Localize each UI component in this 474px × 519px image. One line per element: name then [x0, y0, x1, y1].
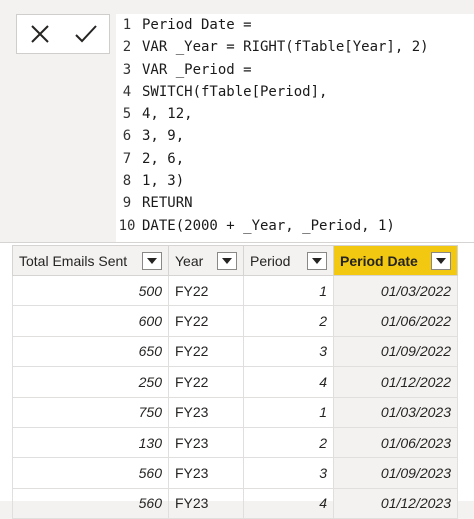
- table-cell[interactable]: 01/12/2023: [333, 487, 458, 519]
- table-cell[interactable]: 01/03/2022: [333, 274, 458, 307]
- table-cell[interactable]: 750: [12, 396, 169, 428]
- table-cell[interactable]: FY22: [168, 366, 244, 398]
- code-line[interactable]: 8 1, 3): [116, 170, 474, 192]
- table-cell[interactable]: 560: [12, 487, 169, 519]
- column-header-label: Total Emails Sent: [19, 252, 128, 269]
- column-header-total-emails-sent[interactable]: Total Emails Sent: [12, 245, 169, 276]
- table-cell[interactable]: 4: [243, 366, 334, 398]
- close-icon[interactable]: [26, 20, 54, 48]
- table-cell[interactable]: 01/06/2023: [333, 426, 458, 459]
- code-line[interactable]: 7 2, 6,: [116, 148, 474, 170]
- filter-dropdown-icon[interactable]: [307, 251, 327, 270]
- line-number: 2: [122, 39, 132, 56]
- line-number: 6: [122, 128, 132, 145]
- code-line[interactable]: 4 SWITCH(fTable[Period],: [116, 81, 474, 103]
- code-text: RETURN: [142, 195, 193, 212]
- table-header-row: Total Emails Sent Year Period Period Date: [12, 245, 458, 276]
- table-cell[interactable]: 560: [12, 457, 169, 489]
- code-text: VAR _Period =: [142, 61, 252, 78]
- check-icon[interactable]: [72, 20, 100, 48]
- line-number: 3: [122, 61, 132, 78]
- column-header-label: Period: [250, 252, 291, 269]
- table-cell[interactable]: 3: [243, 457, 334, 489]
- dax-formula-editor[interactable]: 1 Period Date = 2 VAR _Year = RIGHT(fTable[…: [116, 14, 474, 242]
- column-header-label: Period Date: [340, 252, 418, 269]
- table-cell[interactable]: FY23: [168, 457, 244, 489]
- line-number: 10: [118, 217, 136, 234]
- table-cell[interactable]: 130: [12, 426, 169, 459]
- code-line[interactable]: 6 3, 9,: [116, 125, 474, 147]
- table-cell[interactable]: 1: [243, 274, 334, 307]
- code-text: 4, 12,: [142, 106, 193, 123]
- column-header-period-date[interactable]: Period Date: [333, 245, 458, 276]
- table-cell[interactable]: 01/09/2023: [333, 457, 458, 489]
- table-cell[interactable]: FY22: [168, 274, 244, 307]
- table-cell[interactable]: 1: [243, 396, 334, 428]
- table-row[interactable]: 600 FY22 2 01/06/2022: [12, 305, 458, 337]
- table-row[interactable]: 250 FY22 4 01/12/2022: [12, 366, 458, 398]
- table-cell[interactable]: 01/03/2023: [333, 396, 458, 428]
- table-cell[interactable]: 600: [12, 305, 169, 337]
- code-text: Period Date =: [142, 17, 252, 33]
- code-text: DATE(2000 + _Year, _Period, 1): [142, 217, 395, 234]
- table-cell[interactable]: 2: [243, 305, 334, 337]
- table-cell[interactable]: FY23: [168, 487, 244, 519]
- line-number: 4: [122, 83, 132, 100]
- data-table: Total Emails Sent Year Period Period Date 5…: [12, 245, 458, 519]
- table-cell[interactable]: FY23: [168, 426, 244, 459]
- table-cell[interactable]: 4: [243, 487, 334, 519]
- table-cell[interactable]: 650: [12, 335, 169, 368]
- code-text: SWITCH(fTable[Period],: [142, 83, 328, 100]
- table-cell[interactable]: 01/06/2022: [333, 305, 458, 337]
- code-line[interactable]: 9 RETURN: [116, 192, 474, 214]
- formula-commit-controls: [16, 14, 110, 54]
- code-text: 2, 6,: [142, 150, 185, 167]
- line-number: 5: [122, 106, 132, 123]
- formula-bar: 1 Period Date = 2 VAR _Year = RIGHT(fTable[…: [0, 6, 474, 243]
- table-cell[interactable]: FY23: [168, 396, 244, 428]
- table-row[interactable]: 130 FY23 2 01/06/2023: [12, 426, 458, 459]
- table-row[interactable]: 650 FY22 3 01/09/2022: [12, 335, 458, 368]
- code-line[interactable]: 10 DATE(2000 + _Year, _Period, 1): [116, 215, 474, 237]
- table-cell[interactable]: 2: [243, 426, 334, 459]
- code-text: 3, 9,: [142, 128, 185, 145]
- filter-dropdown-icon[interactable]: [217, 251, 237, 270]
- data-table-area: Total Emails Sent Year Period Period Date 5…: [0, 243, 474, 519]
- table-row[interactable]: 500 FY22 1 01/03/2022: [12, 274, 458, 307]
- table-cell[interactable]: 250: [12, 366, 169, 398]
- line-number: 8: [122, 173, 132, 190]
- line-number: 7: [122, 150, 132, 167]
- table-cell[interactable]: FY22: [168, 305, 244, 337]
- code-line[interactable]: 5 4, 12,: [116, 103, 474, 125]
- line-number: 1: [122, 17, 132, 33]
- code-line[interactable]: 3 VAR _Period =: [116, 59, 474, 81]
- column-header-label: Year: [175, 252, 204, 269]
- column-header-period[interactable]: Period: [243, 245, 334, 276]
- filter-dropdown-icon[interactable]: [142, 251, 162, 270]
- table-row[interactable]: 560 FY23 3 01/09/2023: [12, 457, 458, 489]
- code-line[interactable]: 2 VAR _Year = RIGHT(fTable[Year], 2): [116, 36, 474, 58]
- code-text: VAR _Year = RIGHT(fTable[Year], 2): [142, 39, 429, 56]
- line-number: 9: [122, 195, 132, 212]
- table-row[interactable]: 750 FY23 1 01/03/2023: [12, 396, 458, 428]
- column-header-year[interactable]: Year: [168, 245, 244, 276]
- table-cell[interactable]: 3: [243, 335, 334, 368]
- table-cell[interactable]: 500: [12, 274, 169, 307]
- table-cell[interactable]: 01/12/2022: [333, 366, 458, 398]
- code-line[interactable]: 1 Period Date =: [116, 14, 474, 36]
- filter-dropdown-icon[interactable]: [431, 251, 451, 270]
- code-text: 1, 3): [142, 173, 185, 190]
- table-cell[interactable]: 01/09/2022: [333, 335, 458, 368]
- table-cell[interactable]: FY22: [168, 335, 244, 368]
- table-row[interactable]: 560 FY23 4 01/12/2023: [12, 487, 458, 519]
